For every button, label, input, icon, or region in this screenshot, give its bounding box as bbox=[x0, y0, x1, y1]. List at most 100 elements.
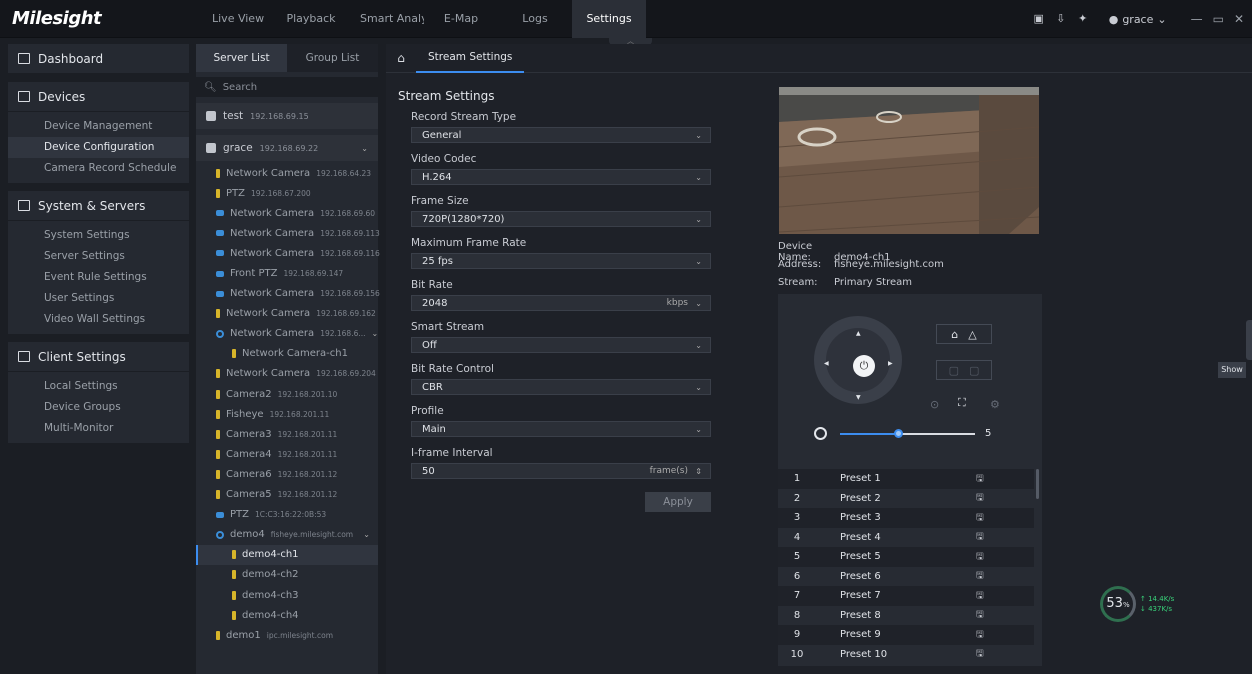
nav-live-view[interactable]: Live View bbox=[200, 0, 274, 38]
restore-icon[interactable]: ▭ bbox=[1213, 12, 1224, 26]
tab-server-list[interactable]: Server List bbox=[196, 44, 287, 72]
chevron-down-icon[interactable]: ⌄ bbox=[695, 425, 702, 434]
chevron-down-icon[interactable]: ⌄ bbox=[695, 173, 702, 182]
device-row[interactable]: Front PTZ 192.168.69.147 bbox=[196, 263, 378, 283]
power-icon[interactable]: ⏻ bbox=[853, 355, 875, 377]
save-icon[interactable]: 🖫 bbox=[976, 510, 984, 526]
device-row[interactable]: Network Camera 192.168.6... ⌄ bbox=[196, 324, 378, 344]
save-icon[interactable]: 🖫 bbox=[976, 627, 984, 643]
sidebar-item-device-groups[interactable]: Device Groups bbox=[8, 397, 189, 418]
home-icon[interactable]: ⌂ bbox=[386, 51, 416, 65]
preset-row[interactable]: 10 Preset 10 🖫 bbox=[778, 644, 1034, 664]
chevron-down-icon[interactable]: ⌄ bbox=[695, 257, 702, 266]
preset-row[interactable]: 8 Preset 8 🖫 bbox=[778, 605, 1034, 625]
arrow-right-icon[interactable]: ▶ bbox=[888, 360, 893, 367]
chevron-down-icon[interactable]: ⌄ bbox=[372, 329, 379, 338]
sidebar-item-dashboard[interactable]: Dashboard bbox=[8, 44, 189, 74]
screenshot-icon[interactable]: ▣ bbox=[1033, 13, 1045, 25]
device-row[interactable]: Network Camera 192.168.69.204 bbox=[196, 364, 378, 384]
save-icon[interactable]: 🖫 bbox=[976, 607, 984, 623]
save-icon[interactable]: 🖫 bbox=[976, 471, 984, 487]
sidebar-item-multi-monitor[interactable]: Multi-Monitor bbox=[8, 418, 189, 439]
arrow-down-icon[interactable]: ▼ bbox=[856, 394, 861, 401]
field-select[interactable]: General ⌄ bbox=[411, 127, 711, 143]
side-panel-handle[interactable] bbox=[1246, 320, 1252, 360]
chevron-down-icon[interactable]: ⌄ bbox=[363, 530, 370, 539]
tab-group-list[interactable]: Group List bbox=[287, 44, 378, 72]
sidebar-item-server-settings[interactable]: Server Settings bbox=[8, 246, 189, 267]
sidebar-item-system-servers[interactable]: System & Servers bbox=[8, 191, 189, 221]
show-button[interactable]: Show bbox=[1218, 362, 1246, 378]
tab-stream-settings[interactable]: Stream Settings bbox=[416, 44, 525, 73]
nav-logs[interactable]: Logs bbox=[498, 0, 572, 38]
spinner-icon[interactable]: ⇕ bbox=[695, 467, 702, 476]
preset-row[interactable]: 1 Preset 1 🖫 bbox=[778, 469, 1034, 489]
ptz-speed-slider[interactable] bbox=[840, 429, 975, 438]
device-row[interactable]: Network Camera 192.168.69.156 bbox=[196, 284, 380, 304]
device-row[interactable]: PTZ 1C:C3:16:22:0B:53 bbox=[196, 505, 378, 525]
server-item-test[interactable]: test 192.168.69.15 bbox=[196, 103, 378, 129]
zoom-buttons[interactable]: ⌂ △ bbox=[936, 324, 992, 344]
field-select[interactable]: CBR ⌄ bbox=[411, 379, 711, 395]
device-row[interactable]: demo4-ch2 bbox=[196, 565, 378, 585]
close-icon[interactable]: ✕ bbox=[1234, 12, 1244, 26]
sidebar-item-event-rule-settings[interactable]: Event Rule Settings bbox=[8, 267, 189, 288]
device-row[interactable]: Camera2 192.168.201.10 bbox=[196, 384, 378, 404]
sidebar-item-device-configuration[interactable]: Device Configuration bbox=[8, 137, 189, 158]
minimize-icon[interactable]: — bbox=[1191, 12, 1203, 26]
sidebar-item-camera-record-schedule[interactable]: Camera Record Schedule bbox=[8, 158, 189, 179]
chevron-down-icon[interactable]: ⌄ bbox=[695, 215, 702, 224]
zoom-out-icon[interactable]: △ bbox=[968, 328, 976, 341]
chevron-down-icon[interactable]: ⌄ bbox=[695, 299, 702, 308]
device-row[interactable]: Network Camera 192.168.69.162 bbox=[196, 304, 378, 324]
field-select[interactable]: 2048 kbps ⌄ bbox=[411, 295, 711, 311]
device-search-input[interactable]: 🔍︎ Search bbox=[196, 77, 378, 97]
arrow-left-icon[interactable]: ◀ bbox=[824, 360, 829, 367]
field-select[interactable]: H.264 ⌄ bbox=[411, 169, 711, 185]
chevron-down-icon[interactable]: ⌄ bbox=[695, 341, 702, 350]
preset-row[interactable]: 9 Preset 9 🖫 bbox=[778, 625, 1034, 645]
device-row[interactable]: Network Camera 192.168.64.23 bbox=[196, 163, 378, 183]
sidebar-item-video-wall-settings[interactable]: Video Wall Settings bbox=[8, 309, 189, 330]
nav-smart-analytics[interactable]: Smart Analytics bbox=[348, 0, 424, 38]
device-row[interactable]: Camera4 192.168.201.11 bbox=[196, 444, 378, 464]
device-row[interactable]: demo4-ch4 bbox=[196, 605, 378, 625]
save-icon[interactable]: 🖫 bbox=[976, 529, 984, 545]
preset-row[interactable]: 4 Preset 4 🖫 bbox=[778, 527, 1034, 547]
save-icon[interactable]: 🖫 bbox=[976, 490, 984, 506]
device-row[interactable]: demo4-ch3 bbox=[196, 585, 378, 605]
sidebar-item-local-settings[interactable]: Local Settings bbox=[8, 376, 189, 397]
save-icon[interactable]: 🖫 bbox=[976, 568, 984, 584]
preset-row[interactable]: 3 Preset 3 🖫 bbox=[778, 508, 1034, 528]
device-row[interactable]: Camera6 192.168.201.12 bbox=[196, 464, 378, 484]
chevron-down-icon[interactable]: ⌄ bbox=[695, 131, 702, 140]
zoom-in-icon[interactable]: ⌂ bbox=[951, 328, 958, 341]
device-row[interactable]: Camera5 192.168.201.12 bbox=[196, 485, 378, 505]
chevron-down-icon[interactable]: ⌄ bbox=[695, 383, 702, 392]
sidebar-item-system-settings[interactable]: System Settings bbox=[8, 225, 189, 246]
sidebar-item-device-management[interactable]: Device Management bbox=[8, 116, 189, 137]
nav-e-map[interactable]: E-Map bbox=[424, 0, 498, 38]
field-select[interactable]: Main ⌄ bbox=[411, 421, 711, 437]
sidebar-item-devices[interactable]: Devices bbox=[8, 82, 189, 112]
field-select[interactable]: 50 frame(s) ⇕ bbox=[411, 463, 711, 479]
chevron-down-icon[interactable]: ⌄ bbox=[361, 144, 368, 153]
device-row[interactable]: Network Camera-ch1 bbox=[196, 344, 378, 364]
preset-row[interactable]: 6 Preset 6 🖫 bbox=[778, 566, 1034, 586]
field-select[interactable]: Off ⌄ bbox=[411, 337, 711, 353]
sidebar-item-client-settings[interactable]: Client Settings bbox=[8, 342, 189, 372]
save-icon[interactable]: 🖫 bbox=[976, 588, 984, 604]
arrow-up-icon[interactable]: ▲ bbox=[856, 330, 861, 337]
device-row[interactable]: demo4 fisheye.milesight.com ⌄ bbox=[196, 525, 378, 545]
slider-handle[interactable] bbox=[894, 429, 904, 438]
auto-focus-icon[interactable]: ⛶ bbox=[958, 396, 966, 410]
save-icon[interactable]: 🖫 bbox=[976, 646, 984, 662]
device-row[interactable]: Network Camera 192.168.69.60 bbox=[196, 203, 378, 223]
device-row[interactable]: demo1 ipc.milesight.com bbox=[196, 625, 378, 645]
field-select[interactable]: 25 fps ⌄ bbox=[411, 253, 711, 269]
device-row[interactable]: Camera3 192.168.201.11 bbox=[196, 424, 378, 444]
server-item-grace[interactable]: grace 192.168.69.22 ⌄ bbox=[196, 135, 378, 161]
sidebar-item-user-settings[interactable]: User Settings bbox=[8, 288, 189, 309]
download-icon[interactable]: ⇩ bbox=[1055, 13, 1067, 25]
field-select[interactable]: 720P(1280*720) ⌄ bbox=[411, 211, 711, 227]
